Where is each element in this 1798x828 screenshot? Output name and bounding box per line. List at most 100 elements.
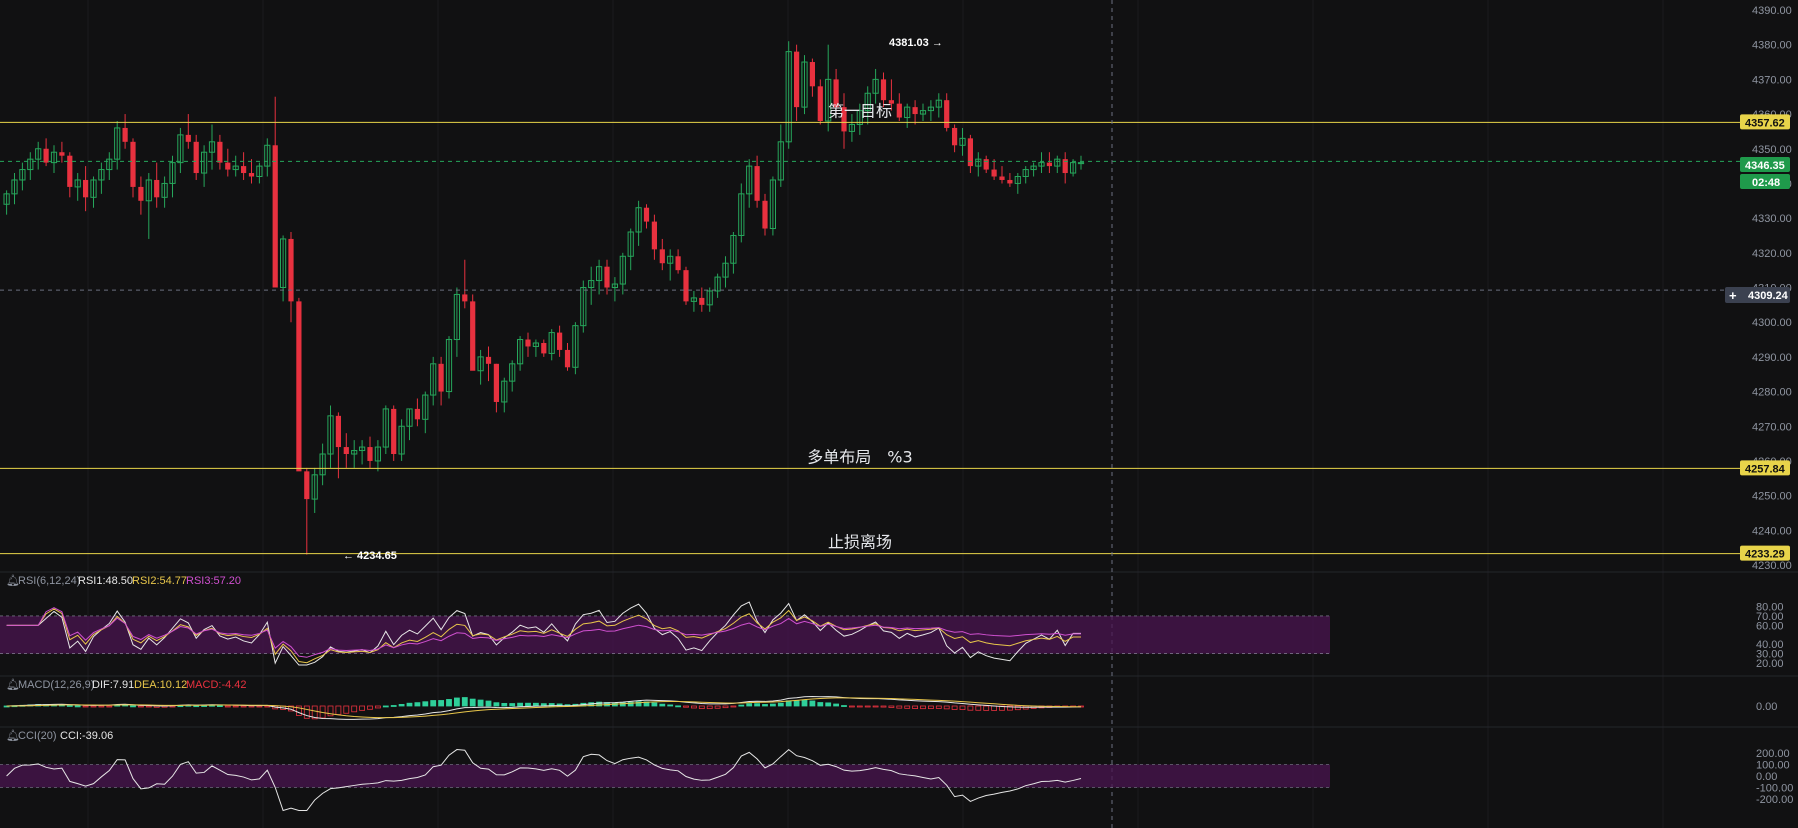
macd-histogram-bar <box>738 704 745 707</box>
macd-histogram-bar <box>856 705 863 708</box>
low-price-marker: ← 4234.65 <box>343 550 397 562</box>
candle-body <box>762 200 768 229</box>
candle-body <box>304 471 310 500</box>
candle-body <box>462 294 468 302</box>
rsi3-value: RSI3:57.20 <box>186 575 241 587</box>
candle-body <box>59 152 65 156</box>
current-price-value: 4346.35 <box>1745 160 1785 172</box>
candle-body <box>130 141 136 187</box>
macd-histogram-bar <box>904 705 911 709</box>
macd-histogram-bar <box>722 705 729 709</box>
macd-histogram-bar <box>422 701 429 707</box>
macd-histogram-bar <box>928 705 934 710</box>
macd-histogram-bar <box>469 698 476 707</box>
cci-tick-label: 100.00 <box>1756 760 1790 772</box>
countdown-value: 02:48 <box>1752 177 1780 189</box>
candle-body <box>335 415 341 448</box>
candle-body <box>122 127 128 142</box>
macd-histogram-bar <box>224 705 231 708</box>
macd-histogram-bar <box>493 702 500 707</box>
candle-body <box>485 356 492 364</box>
candle-body <box>683 270 689 302</box>
candle-body <box>217 141 223 163</box>
macd-histogram-bar <box>485 700 492 707</box>
macd-histogram-bar <box>438 700 445 707</box>
level-tag-value-target-1: 4357.62 <box>1745 117 1785 129</box>
price-tick-label: 4240.00 <box>1752 525 1792 537</box>
macd-histogram-bar <box>343 705 350 714</box>
candle-body <box>643 207 650 222</box>
macd-histogram-bar <box>833 703 839 707</box>
candle-body <box>944 100 950 128</box>
macd-histogram-bar <box>714 705 721 709</box>
macd-histogram-bar <box>533 702 539 707</box>
macd-histogram-bar <box>667 704 674 707</box>
macd-panel: 0.00 <box>3 695 1777 720</box>
macd-histogram-bar <box>841 705 847 707</box>
macd-histogram-bar <box>651 702 658 707</box>
candle-body <box>651 221 657 250</box>
macd-histogram-bar <box>66 705 73 707</box>
cci-band <box>0 764 1330 788</box>
price-tick-label: 4230.00 <box>1752 560 1792 572</box>
candle-body <box>896 103 902 118</box>
macd-histogram-bar <box>880 705 887 708</box>
macd-histogram-bar <box>477 699 484 707</box>
candle-body <box>288 238 294 302</box>
macd-histogram-bar <box>501 702 508 707</box>
macd-histogram-bar <box>256 705 263 708</box>
candle-body <box>675 256 681 271</box>
macd-histogram-bar <box>374 705 381 709</box>
macd-histogram-bar <box>509 703 516 707</box>
macd-histogram-bar <box>801 699 808 707</box>
macd-histogram-bar <box>193 705 200 708</box>
macd-histogram-bar <box>382 705 389 708</box>
macd-value: MACD:-4.42 <box>186 679 247 691</box>
price-tick-label: 4250.00 <box>1752 491 1792 503</box>
macd-histogram-bar <box>896 705 903 709</box>
rsi-legend: 🔔︎ RSI(6,12,24) RSI1:48.50 RSI2:54.77 RS… <box>6 574 241 587</box>
macd-histogram-bar <box>240 705 247 708</box>
macd-histogram-bar <box>248 705 255 708</box>
grid <box>0 0 1798 828</box>
candle-body <box>272 145 278 288</box>
high-price-marker: 4381.03 → <box>889 37 943 49</box>
price-tick-label: 4290.00 <box>1752 352 1792 364</box>
macd-histogram-bar <box>74 705 81 708</box>
level-lines[interactable]: 第一目标 4357.62 多单布局 %3 4257.84 止损离场 4233.29 <box>0 101 1790 561</box>
macd-histogram-bar <box>691 705 697 709</box>
cci-panel: 200.00100.000.00-100.00-200.00 <box>0 748 1793 812</box>
trading-chart[interactable]: 4390.004380.004370.004360.004350.004340.… <box>0 0 1798 828</box>
candlestick-series <box>3 41 1085 555</box>
macd-histogram-bar <box>367 705 373 710</box>
candle-body <box>699 297 705 305</box>
candle-body <box>248 173 255 177</box>
macd-histogram-bar <box>888 705 895 708</box>
crosshair <box>0 0 1740 828</box>
candle-body <box>541 343 547 354</box>
macd-histogram-bar <box>446 699 452 707</box>
level-tag-value-stop-loss: 4233.29 <box>1745 549 1785 561</box>
macd-histogram-bar <box>730 705 737 708</box>
macd-histogram-bar <box>216 705 223 708</box>
candle-body <box>343 447 349 454</box>
price-tick-label: 4280.00 <box>1752 387 1792 399</box>
macd-histogram-bar <box>137 705 144 708</box>
macd-histogram-bar <box>106 705 113 708</box>
macd-histogram-bar <box>849 705 855 708</box>
macd-histogram-bar <box>793 700 800 707</box>
macd-histogram-bar <box>675 705 681 708</box>
macd-histogram-bar <box>414 702 421 707</box>
macd-histogram-bar <box>659 703 666 707</box>
macd-histogram-bar <box>872 705 879 708</box>
macd-histogram-bar <box>406 702 413 707</box>
cci-value: CCI:-39.06 <box>60 730 113 742</box>
crosshair-plus-icon[interactable]: + <box>1729 288 1737 303</box>
rsi2-value: RSI2:54.77 <box>132 575 187 587</box>
cci-legend: 🔔︎ CCI(20) CCI:-39.06 <box>6 729 113 742</box>
price-tick-label: 4370.00 <box>1752 74 1792 86</box>
candle-body <box>754 166 760 201</box>
candle-body <box>154 179 160 198</box>
crosshair-price-value: 4309.24 <box>1748 290 1789 302</box>
candle-body <box>809 62 815 87</box>
